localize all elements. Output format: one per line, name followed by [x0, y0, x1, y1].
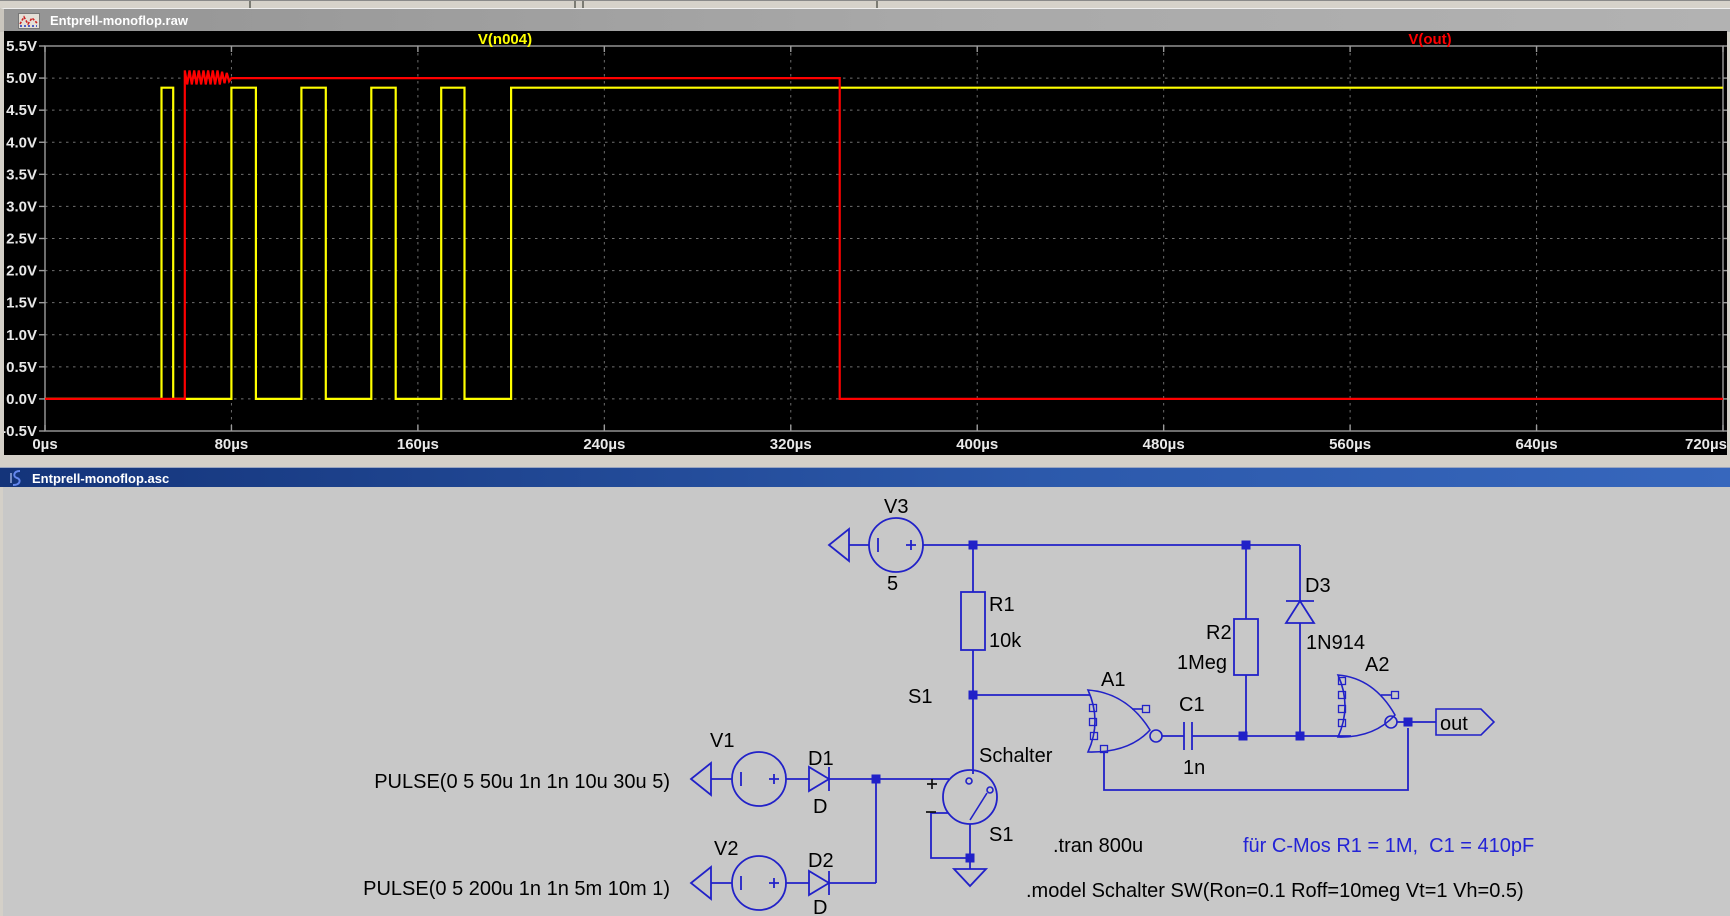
- switch-s1[interactable]: Schalter S1: [926, 745, 1053, 846]
- v1-pulse-directive[interactable]: PULSE(0 5 50u 1n 1n 10u 30u 5): [374, 771, 670, 793]
- y-axis-tick-label: 4.5V: [6, 102, 37, 119]
- cmos-comment[interactable]: für C-Mos R1 = 1M, C1 = 410pF: [1243, 835, 1534, 857]
- waveform-plot-area[interactable]: 5.5V 5.0V 4.5V 4.0V 3.5V 3.0V 2.5V 2.0V 1.5V 1.0V…: [4, 31, 1727, 455]
- y-axis-tick-label: 1.0V: [6, 327, 37, 344]
- d1-label[interactable]: D1: [808, 748, 834, 770]
- x-axis-tick-label: 160µs: [397, 436, 439, 453]
- schematic-icon[interactable]: [8, 470, 26, 486]
- schematic-canvas[interactable]: V3 5 R1 10k S1 Schalter S1: [0, 487, 1730, 916]
- waveform-window-titlebar[interactable]: Entprell-monoflop.raw: [0, 8, 1730, 32]
- ground-symbol[interactable]: [954, 869, 986, 886]
- y-axis-tick-label: 2.0V: [6, 263, 37, 280]
- d2-label[interactable]: D2: [808, 850, 834, 872]
- trace-v-out-[interactable]: [45, 70, 1723, 399]
- voltage-source-v3[interactable]: V3 5: [829, 496, 923, 595]
- x-axis-tick-label: 320µs: [770, 436, 812, 453]
- a2-label[interactable]: A2: [1365, 654, 1389, 676]
- output-port-out[interactable]: out: [1436, 709, 1494, 735]
- x-axis-tick-label: 720µs: [1685, 436, 1727, 453]
- r1-label[interactable]: R1: [989, 594, 1015, 616]
- wire-junctions: [872, 541, 1413, 863]
- resistor-r1[interactable]: R1 10k: [961, 592, 1022, 652]
- schematic-window-titlebar[interactable]: Entprell-monoflop.asc: [0, 467, 1730, 488]
- r2-value[interactable]: 1Meg: [1177, 652, 1227, 674]
- y-axis-tick-label: 3.0V: [6, 198, 37, 215]
- waveform-window-title: Entprell-monoflop.raw: [50, 13, 188, 28]
- y-axis-tick-label: 5.0V: [6, 70, 37, 87]
- c1-value[interactable]: 1n: [1183, 757, 1205, 779]
- y-axis-tick-label: 3.5V: [6, 166, 37, 183]
- x-axis-tick-label: 560µs: [1329, 436, 1371, 453]
- tran-directive[interactable]: .tran 800u: [1053, 835, 1143, 857]
- x-axis-tick-label: 240µs: [583, 436, 625, 453]
- out-port-label[interactable]: out: [1440, 713, 1468, 735]
- voltage-source-v2[interactable]: V2: [691, 838, 809, 910]
- y-axis-tick-label: 2.5V: [6, 231, 37, 248]
- plot-frame: [45, 46, 1723, 431]
- trace-name-label[interactable]: V(n004): [478, 31, 532, 48]
- y-axis-tick-label: 0.5V: [6, 359, 37, 376]
- net-label-s1[interactable]: S1: [908, 686, 932, 708]
- schematic-svg: V3 5 R1 10k S1 Schalter S1: [3, 487, 1730, 916]
- v1-label[interactable]: V1: [710, 730, 734, 752]
- c1-label[interactable]: C1: [1179, 694, 1205, 716]
- x-axis-tick-label: 480µs: [1143, 436, 1185, 453]
- d2-model-label[interactable]: D: [813, 897, 827, 916]
- y-axis-tick-label: 4.0V: [6, 134, 37, 151]
- y-axis-tick-label: 1.5V: [6, 295, 37, 312]
- trace-name-label[interactable]: V(out): [1408, 31, 1451, 48]
- switch-value-label[interactable]: Schalter: [979, 745, 1053, 767]
- switch-name-label[interactable]: S1: [989, 824, 1013, 846]
- diode-d3[interactable]: D3 1N914: [1286, 575, 1365, 654]
- d3-model-label[interactable]: 1N914: [1306, 632, 1365, 654]
- schematic-window-title: Entprell-monoflop.asc: [32, 471, 169, 486]
- v3-value[interactable]: 5: [887, 573, 898, 595]
- ltspice-application: Entprell-monoflop.raw 5.5V 5.0V 4.5V 4.0V 3.…: [0, 0, 1730, 916]
- y-axis-tick-label: 5.5V: [6, 38, 37, 55]
- x-axis-tick-label: 0µs: [32, 436, 57, 453]
- v2-label[interactable]: V2: [714, 838, 738, 860]
- model-directive[interactable]: .model Schalter SW(Ron=0.1 Roff=10meg Vt…: [1026, 880, 1524, 902]
- trace-v-n004-[interactable]: [45, 88, 1723, 399]
- nor-gate-a2[interactable]: A2: [1338, 654, 1399, 737]
- waveform-svg: 5.5V 5.0V 4.5V 4.0V 3.5V 3.0V 2.5V 2.0V 1.5V 1.0V…: [4, 31, 1727, 455]
- r2-label[interactable]: R2: [1206, 622, 1232, 644]
- x-axis-tick-label: 640µs: [1516, 436, 1558, 453]
- x-axis-tick-label: 80µs: [215, 436, 249, 453]
- a1-label[interactable]: A1: [1101, 669, 1125, 691]
- nor-gate-a1[interactable]: A1: [1088, 669, 1162, 753]
- v2-pulse-directive[interactable]: PULSE(0 5 200u 1n 1n 5m 10m 1): [363, 878, 670, 900]
- resistor-r2[interactable]: R2 1Meg: [1177, 619, 1258, 675]
- v3-label[interactable]: V3: [884, 496, 908, 518]
- d3-label[interactable]: D3: [1305, 575, 1331, 597]
- x-axis-tick-label: 400µs: [956, 436, 998, 453]
- waveform-plot-icon[interactable]: [18, 13, 40, 29]
- y-axis-tick-label: 0.0V: [6, 391, 37, 408]
- diode-d2[interactable]: D2 D: [808, 850, 834, 916]
- diode-d1[interactable]: D1 D: [808, 748, 834, 818]
- voltage-source-v1[interactable]: V1: [691, 730, 809, 806]
- r1-value[interactable]: 10k: [989, 630, 1022, 652]
- d1-model-label[interactable]: D: [813, 796, 827, 818]
